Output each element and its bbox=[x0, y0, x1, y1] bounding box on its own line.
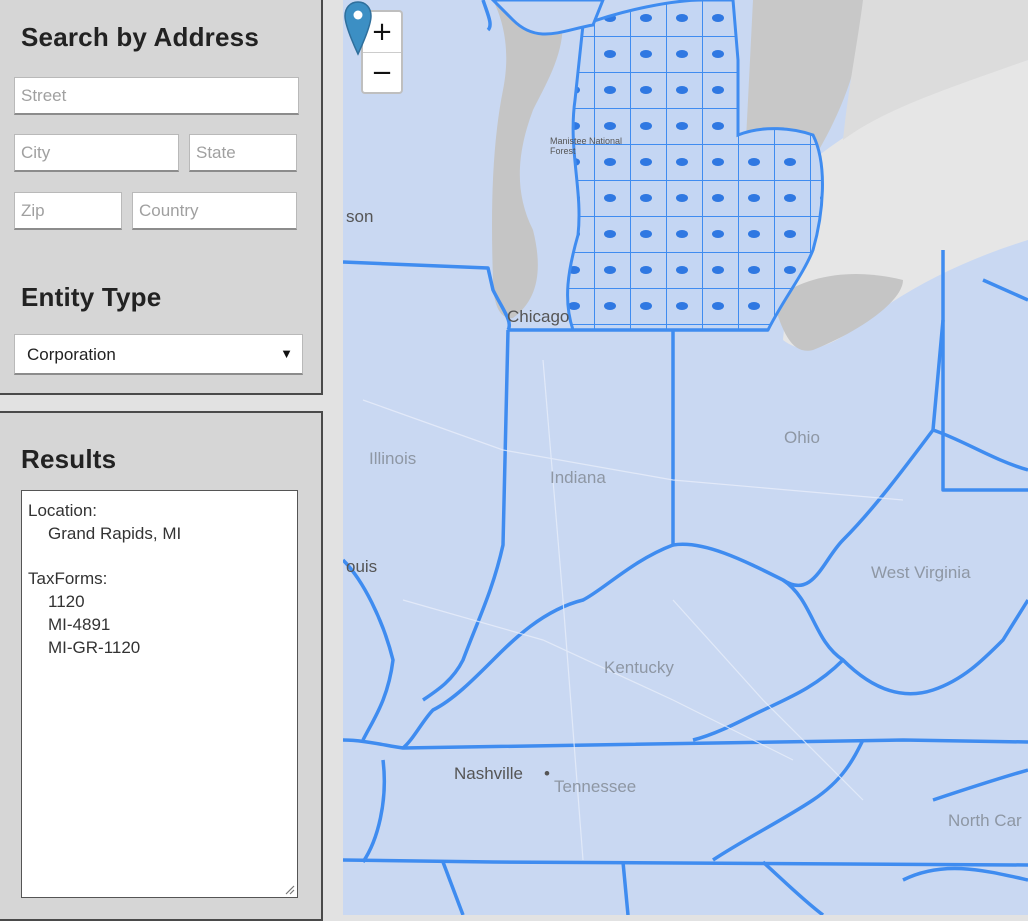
city-dot-icon: • bbox=[544, 764, 550, 783]
city-label-chicago: Chicago bbox=[507, 307, 570, 326]
state-label-kentucky: Kentucky bbox=[604, 658, 674, 677]
map-canvas bbox=[343, 0, 1028, 915]
taxform-item: MI-4891 bbox=[48, 615, 111, 634]
entity-type-value: Corporation bbox=[27, 345, 116, 364]
taxforms-label: TaxForms: bbox=[28, 569, 108, 588]
zoom-out-button[interactable]: − bbox=[363, 53, 401, 93]
chevron-down-icon: ▼ bbox=[280, 346, 293, 361]
street-input[interactable] bbox=[14, 77, 299, 115]
location-value: Grand Rapids, MI bbox=[48, 524, 182, 543]
state-label-north-carolina: North Car bbox=[948, 811, 1022, 830]
city-input[interactable] bbox=[14, 134, 179, 172]
location-label: Location: bbox=[28, 501, 97, 520]
resize-grip-icon[interactable] bbox=[283, 883, 295, 895]
state-label-illinois: Illinois bbox=[369, 449, 417, 468]
taxform-item: 1120 bbox=[48, 592, 85, 611]
entity-type-title: Entity Type bbox=[21, 282, 162, 312]
entity-type-select[interactable]: Corporation ▼ bbox=[14, 334, 303, 375]
results-panel: Results Location: Grand Rapids, MI TaxFo… bbox=[0, 411, 323, 921]
results-title: Results bbox=[21, 444, 117, 474]
map-view[interactable]: + − Illinois Indiana Ohio West Virginia … bbox=[343, 0, 1028, 915]
state-label-ohio: Ohio bbox=[784, 428, 820, 447]
state-label-indiana: Indiana bbox=[550, 468, 606, 487]
forest-label: Manistee National Forest bbox=[550, 136, 623, 156]
zip-input[interactable] bbox=[14, 192, 122, 230]
country-input[interactable] bbox=[132, 192, 297, 230]
location-pin-icon[interactable] bbox=[343, 0, 373, 56]
city-label-st-louis: ouis bbox=[346, 557, 378, 576]
city-label-nashville: Nashville bbox=[454, 764, 523, 783]
state-input[interactable] bbox=[189, 134, 297, 172]
results-textarea[interactable]: Location: Grand Rapids, MI TaxForms: 112… bbox=[21, 490, 298, 898]
state-label-tennessee: Tennessee bbox=[554, 777, 637, 796]
state-label-west-virginia: West Virginia bbox=[871, 563, 971, 582]
city-label-madison: son bbox=[346, 207, 374, 226]
search-panel: Search by Address Entity Type Corporatio… bbox=[0, 0, 323, 395]
search-title: Search by Address bbox=[21, 22, 259, 52]
taxform-item: MI-GR-1120 bbox=[48, 638, 141, 657]
